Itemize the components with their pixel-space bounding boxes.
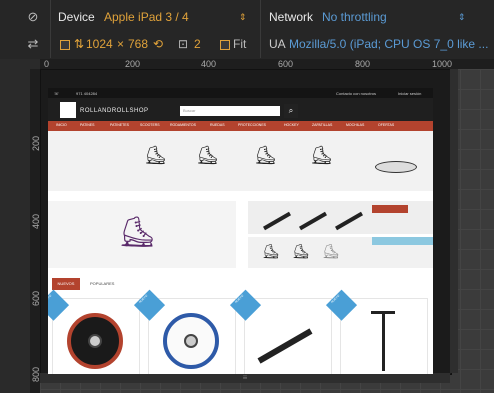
nav-item[interactable]: RUEDAS (210, 123, 225, 127)
promo-tag (372, 205, 408, 213)
tab-populares[interactable]: POPULARES (90, 278, 114, 290)
quad-skate-image: ⛸ (118, 216, 157, 249)
product-tabs: NUEVOS POPULARES (48, 278, 433, 290)
product-card[interactable]: NUEVO (229, 289, 332, 374)
times-sign: × (117, 37, 125, 51)
product-card[interactable]: NUEVO (325, 289, 428, 374)
promo-accessories[interactable]: ⛸ ⛸ ⛸ (248, 237, 433, 268)
wheel-image (67, 313, 123, 369)
product-card[interactable]: NUEVO (48, 289, 140, 374)
scooter-bar-image (299, 211, 327, 231)
ruler-tick-label: 600 (278, 59, 294, 69)
nav-item[interactable]: PATINES (80, 123, 94, 127)
width-field[interactable]: 1024 (86, 37, 113, 51)
swap-dimensions-icon[interactable]: ⟲ (153, 37, 163, 51)
nav-item[interactable]: ZAPATILLAS (312, 123, 332, 127)
hero-banner[interactable]: ⛸ ⛸ ⛸ ⛸ (48, 131, 433, 191)
toolbar-row-device: ⊘ Device Apple iPad 3 / 4 ⇕ Network No t… (0, 4, 494, 30)
inline-skate-image: ⛸ (254, 145, 277, 165)
contact-link[interactable]: Contacto con nosotros (336, 91, 376, 96)
topbar-phone: 971 404284 (76, 91, 98, 96)
new-ribbon: NUEVO (48, 289, 70, 321)
toolbar-divider (50, 0, 51, 58)
height-field[interactable]: 768 (128, 37, 148, 51)
device-select[interactable]: Apple iPad 3 / 4 (104, 10, 189, 24)
swap-icon[interactable]: ⇄ (26, 37, 40, 51)
site-topbar: ☏ 971 404284 Contacto con nosotros Inici… (48, 88, 433, 98)
no-entry-icon[interactable]: ⊘ (26, 10, 40, 24)
ruler-tick-label: 200 (31, 135, 40, 151)
site-search-input[interactable]: Buscar (180, 106, 280, 116)
ruler-tick-label: 400 (201, 59, 217, 69)
fit-label: Fit (233, 37, 247, 51)
ruler-tick-label: 800 (31, 366, 40, 382)
nav-item[interactable]: OFERTAS (378, 123, 394, 127)
ruler-tick-label: 200 (125, 59, 141, 69)
chevron-updown-icon[interactable]: ⇕ (239, 12, 247, 23)
promo-tag (372, 237, 433, 245)
login-link[interactable]: Iniciar sesión (398, 91, 421, 96)
ruler-tick-label: 1000 (432, 59, 453, 69)
brand-logo (375, 161, 417, 173)
inline-skate-image: ⛸ (144, 145, 167, 165)
skate-image: ⛸ (262, 243, 280, 259)
nav-item[interactable]: PATINETES (110, 123, 129, 127)
nav-item[interactable]: INICIO (56, 123, 67, 127)
ruler-tick-label: 800 (355, 59, 371, 69)
nav-item[interactable]: MOCHILAS (346, 123, 364, 127)
inline-skate-image: ⛸ (310, 145, 333, 165)
left-gutter (0, 59, 30, 393)
nav-item[interactable]: RODAMIENTOS (170, 123, 196, 127)
wheel-image (163, 313, 219, 369)
site-nav: INICIO PATINES PATINETES SCOOTERS RODAMI… (48, 121, 433, 131)
phone-icon: ☏ (54, 91, 60, 96)
search-icon[interactable]: ⌕ (284, 104, 298, 118)
ua-field[interactable]: Mozilla/5.0 (iPad; CPU OS 7_0 like ... (289, 37, 488, 51)
device-label: Device (58, 10, 95, 24)
scale-field[interactable]: 2 (194, 37, 201, 51)
emulated-page[interactable]: ☏ 971 404284 Contacto con nosotros Inici… (48, 88, 433, 374)
site-logo-text[interactable]: ROLLANDROLLSHOP (80, 108, 149, 114)
inline-skate-image: ⛸ (196, 145, 219, 165)
promo-quad-skate[interactable]: ⛸ (48, 201, 236, 268)
resize-handle-bottom[interactable]: ≡ (40, 373, 450, 383)
ruler-tick-label: 400 (31, 213, 40, 229)
nav-item[interactable]: PROTECCIONES (238, 123, 266, 127)
dimensions-checkbox[interactable] (60, 40, 70, 50)
ua-label: UA (269, 37, 286, 51)
nav-item[interactable]: SCOOTERS (140, 123, 160, 127)
scooter-stem-image (382, 313, 385, 371)
fit-checkbox[interactable] (220, 40, 230, 50)
scooter-bar-image (263, 211, 291, 231)
ruler-left: 200 400 600 800 (30, 69, 40, 393)
toolbar-divider (260, 0, 261, 58)
nav-item[interactable]: HOCKEY (284, 123, 299, 127)
scooter-bar-image (335, 211, 363, 231)
product-card[interactable]: NUEVO (133, 289, 236, 374)
promo-scooter-bars[interactable] (248, 201, 433, 234)
resize-handle-right[interactable] (450, 69, 458, 373)
skate-image: ⛸ (292, 243, 310, 259)
site-logo-icon[interactable] (60, 102, 76, 118)
scooter-deck-image (257, 328, 313, 364)
device-toolbar: ⊘ Device Apple iPad 3 / 4 ⇕ Network No t… (0, 0, 494, 59)
ruler-tick-label: 600 (31, 290, 40, 306)
ruler-top: 0 200 400 600 800 1000 (40, 59, 494, 69)
tab-nuevos[interactable]: NUEVOS (52, 278, 80, 290)
network-label: Network (269, 10, 314, 24)
chevron-updown-icon[interactable]: ⇕ (458, 12, 466, 23)
scale-icon: ⊡ (178, 37, 189, 51)
ruler-tick-label: 0 (44, 59, 50, 69)
skate-image: ⛸ (322, 243, 340, 259)
toolbar-row-dimensions: ⇄ ⇅ 1024 × 768 ⟲ ⊡ 2 Fit UA Mozilla/5.0 … (0, 31, 494, 57)
network-select[interactable]: No throttling (322, 10, 387, 24)
rotate-icon[interactable]: ⇅ (74, 37, 84, 51)
